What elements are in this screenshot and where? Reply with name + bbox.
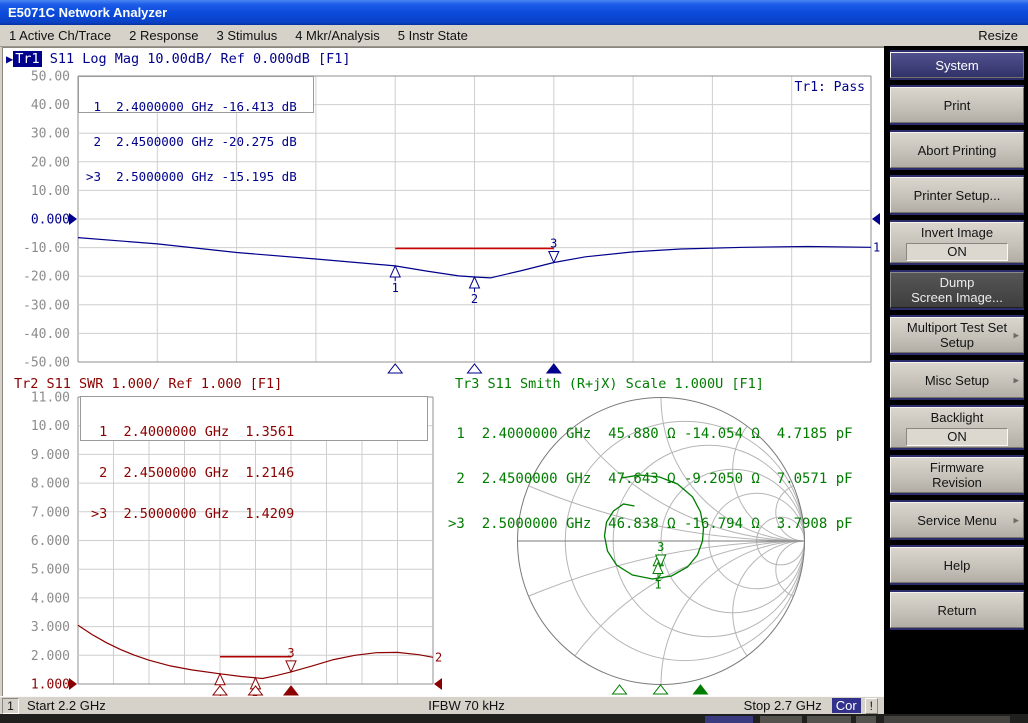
tr2-marker-readout: 1 2.4000000 GHz 1.3561 2 2.4500000 GHz 1…: [80, 396, 428, 441]
start-frequency: Start 2.2 GHz: [27, 698, 106, 713]
sidebar-button-backlight[interactable]: Backlight ON: [890, 405, 1024, 450]
svg-text:11.00: 11.00: [31, 391, 70, 406]
menu-active-ch-trace[interactable]: 1 Active Ch/Trace: [0, 28, 120, 43]
tr1-marker-row: 1 2.4000000 GHz -16.413 dB: [86, 101, 313, 113]
tr2-marker-row: >3 2.5000000 GHz 1.4209: [91, 508, 427, 522]
stop-frequency: Stop 2.7 GHz: [744, 698, 822, 713]
svg-text:2.000: 2.000: [31, 649, 70, 664]
sidebar-button-help[interactable]: Help: [890, 545, 1024, 585]
tr2-marker-row: 2 2.4500000 GHz 1.2146: [91, 467, 427, 481]
svg-text:10.00: 10.00: [31, 184, 70, 199]
invert-image-state: ON: [906, 243, 1008, 261]
e5071c-application-window: E5071C Network Analyzer 1 Active Ch/Trac…: [0, 0, 1028, 723]
menu-mkr-analysis[interactable]: 4 Mkr/Analysis: [286, 28, 389, 43]
svg-text:3: 3: [550, 236, 557, 250]
tr1-marker-row: 2 2.4500000 GHz -20.275 dB: [86, 136, 313, 148]
tr1-badge: Tr1: [13, 51, 41, 67]
taskbar-clock-area: [884, 716, 1010, 723]
svg-text:-30.00: -30.00: [23, 298, 70, 313]
tr1-marker-row: >3 2.5000000 GHz -15.195 dB: [86, 171, 313, 183]
window-title-bar: E5071C Network Analyzer: [0, 0, 1028, 25]
svg-text:7.000: 7.000: [31, 505, 70, 520]
sidebar-button-print[interactable]: Print: [890, 85, 1024, 125]
svg-text:20.00: 20.00: [31, 155, 70, 170]
svg-text:40.00: 40.00: [31, 98, 70, 113]
svg-text:5.000: 5.000: [31, 563, 70, 578]
taskbar-sliver: [0, 714, 1028, 723]
tr1-header-text: S11 Log Mag 10.00dB/ Ref 0.000dB [F1]: [50, 51, 351, 67]
sidebar-button-abort-printing[interactable]: Abort Printing: [890, 130, 1024, 170]
tr3-marker-row: >3 2.5000000 GHz 46.838 Ω -16.794 Ω 3.79…: [448, 517, 853, 532]
menu-instr-state[interactable]: 5 Instr State: [389, 28, 477, 43]
svg-text:2: 2: [471, 292, 478, 306]
svg-text:3: 3: [287, 646, 294, 660]
taskbar-button[interactable]: [856, 716, 876, 723]
svg-text:1: 1: [873, 240, 880, 254]
taskbar-button[interactable]: [760, 716, 802, 723]
svg-text:-10.00: -10.00: [23, 241, 70, 256]
tr2-marker-row: 1 2.4000000 GHz 1.3561: [91, 426, 427, 440]
sidebar-button-invert-image[interactable]: Invert Image ON: [890, 220, 1024, 265]
menu-stimulus[interactable]: 3 Stimulus: [208, 28, 287, 43]
menu-response[interactable]: 2 Response: [120, 28, 207, 43]
sidebar-button-printer-setup[interactable]: Printer Setup...: [890, 175, 1024, 215]
ifbw-indicator: IFBW 70 kHz: [428, 698, 505, 713]
tr1-marker-readout: 1 2.4000000 GHz -16.413 dB 2 2.4500000 G…: [78, 76, 314, 113]
submenu-arrow-icon: ▸: [1013, 329, 1019, 342]
tr2-header: Tr2 S11 SWR 1.000/ Ref 1.000 [F1]: [14, 376, 282, 392]
status-bar: 1 Start 2.2 GHz IFBW 70 kHz Stop 2.7 GHz…: [0, 696, 884, 714]
svg-text:1: 1: [392, 281, 399, 295]
softkey-sidebar: System Print Abort Printing Printer Setu…: [884, 46, 1028, 714]
svg-text:30.00: 30.00: [31, 127, 70, 142]
tr1-header: ▶Tr1 S11 Log Mag 10.00dB/ Ref 0.000dB [F…: [6, 51, 351, 67]
svg-text:3.000: 3.000: [31, 620, 70, 635]
alert-indicator: !: [865, 698, 878, 714]
sidebar-button-dump-screen-image[interactable]: DumpScreen Image...: [890, 270, 1024, 310]
svg-text:-50.00: -50.00: [23, 356, 70, 371]
tr3-header: Tr3 S11 Smith (R+jX) Scale 1.000U [F1]: [455, 376, 764, 392]
sidebar-button-service-menu[interactable]: Service Menu ▸: [890, 500, 1024, 540]
svg-text:4.000: 4.000: [31, 591, 70, 606]
window-title: E5071C Network Analyzer: [8, 5, 167, 20]
menu-bar: 1 Active Ch/Trace 2 Response 3 Stimulus …: [0, 25, 1028, 47]
sidebar-button-firmware-revision[interactable]: FirmwareRevision: [890, 455, 1024, 495]
svg-text:50.00: 50.00: [31, 70, 70, 85]
svg-text:-20.00: -20.00: [23, 270, 70, 285]
menu-resize[interactable]: Resize: [968, 28, 1028, 43]
channel-indicator: 1: [2, 698, 19, 714]
sidebar-title: System: [890, 50, 1024, 80]
taskbar-button[interactable]: [807, 716, 851, 723]
svg-text:-40.00: -40.00: [23, 327, 70, 342]
tr3-marker-row: 2 2.4500000 GHz 47.643 Ω -9.2050 Ω 7.057…: [448, 472, 853, 487]
svg-text:2: 2: [435, 650, 442, 664]
tr3-marker-row: 1 2.4000000 GHz 45.880 Ω -14.054 Ω 4.718…: [448, 427, 853, 442]
tr3-marker-readout: 1 2.4000000 GHz 45.880 Ω -14.054 Ω 4.718…: [448, 397, 853, 562]
sidebar-button-misc-setup[interactable]: Misc Setup ▸: [890, 360, 1024, 400]
sidebar-button-return[interactable]: Return: [890, 590, 1024, 630]
svg-text:1.000: 1.000: [31, 678, 70, 693]
correction-badge: Cor: [832, 698, 861, 713]
taskbar-button[interactable]: [705, 716, 753, 723]
svg-text:0.000: 0.000: [31, 213, 70, 228]
sidebar-button-multiport-test-set-setup[interactable]: Multiport Test SetSetup ▸: [890, 315, 1024, 355]
backlight-state: ON: [906, 428, 1008, 446]
svg-text:6.000: 6.000: [31, 534, 70, 549]
svg-text:10.00: 10.00: [31, 419, 70, 434]
svg-text:1: 1: [654, 578, 661, 592]
svg-text:9.000: 9.000: [31, 448, 70, 463]
submenu-arrow-icon: ▸: [1013, 374, 1019, 387]
tr1-limit-pass-indicator: Tr1: Pass: [765, 80, 865, 95]
submenu-arrow-icon: ▸: [1013, 514, 1019, 527]
svg-text:8.000: 8.000: [31, 477, 70, 492]
